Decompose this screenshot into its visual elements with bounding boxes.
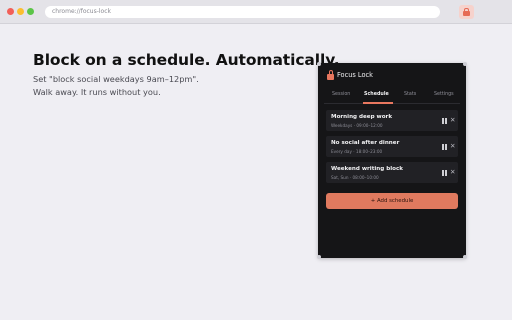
schedule-item[interactable]: Weekend writing block Sat, Sun · 08:00–1… [326, 162, 458, 183]
resize-handle[interactable] [317, 255, 321, 259]
tab-session[interactable]: Session [332, 92, 350, 97]
schedule-item[interactable]: Morning deep work Weekdays · 09:00–12:00… [326, 110, 458, 131]
window-maximize-button[interactable] [27, 8, 34, 15]
page-headline: Block on a schedule. Automatically. [33, 51, 340, 69]
extension-button[interactable] [459, 5, 474, 19]
resize-handle[interactable] [463, 62, 467, 66]
address-bar[interactable]: chrome://focus-lock [45, 6, 440, 18]
schedule-title: Morning deep work [331, 114, 393, 120]
schedule-time: Weekdays · 09:00–12:00 [331, 122, 383, 128]
close-icon[interactable]: ✕ [450, 142, 455, 150]
extension-popup: Focus Lock Session Schedule Stats Settin… [317, 62, 467, 259]
subtext-line-1: Set "block social weekdays 9am–12pm". [33, 74, 199, 84]
pause-icon[interactable] [442, 169, 447, 176]
active-tab-indicator [363, 102, 393, 104]
close-icon[interactable]: ✕ [450, 168, 455, 176]
browser-toolbar: chrome://focus-lock [0, 0, 512, 24]
pause-icon[interactable] [442, 117, 447, 124]
close-icon[interactable]: ✕ [450, 116, 455, 124]
popup-title: Focus Lock [337, 71, 373, 79]
resize-handle[interactable] [463, 255, 467, 259]
resize-handle[interactable] [317, 62, 321, 66]
tab-stats[interactable]: Stats [404, 92, 416, 97]
add-schedule-button[interactable]: + Add schedule [326, 193, 458, 209]
lock-icon [327, 70, 334, 80]
tab-bar: Session Schedule Stats Settings [324, 90, 460, 104]
tab-settings[interactable]: Settings [434, 92, 454, 97]
page-subtext: Set "block social weekdays 9am–12pm". Wa… [33, 73, 199, 99]
subtext-line-2: Walk away. It runs without you. [33, 87, 161, 97]
window-close-button[interactable] [7, 8, 14, 15]
schedule-item[interactable]: No social after dinner Every day · 18:00… [326, 136, 458, 157]
schedule-title: No social after dinner [331, 140, 400, 146]
window-minimize-button[interactable] [17, 8, 24, 15]
schedule-time: Sat, Sun · 08:00–10:00 [331, 174, 379, 180]
schedule-time: Every day · 18:00–23:00 [331, 148, 383, 154]
pause-icon[interactable] [442, 143, 447, 150]
tab-schedule[interactable]: Schedule [364, 92, 389, 97]
schedule-title: Weekend writing block [331, 166, 404, 172]
